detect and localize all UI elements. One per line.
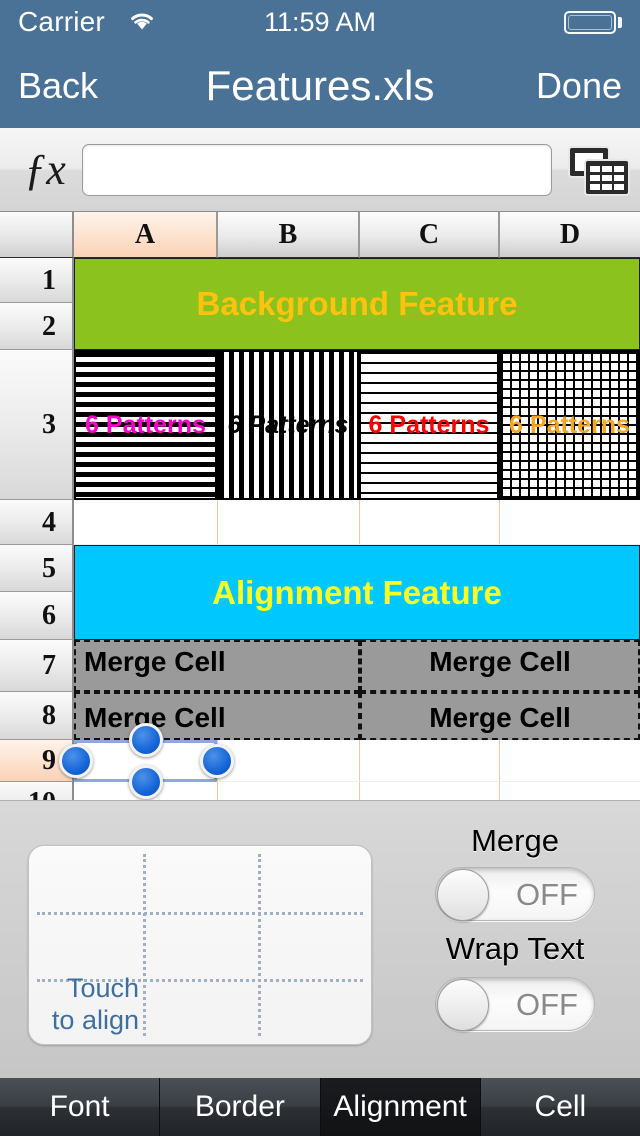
cell-pattern-b3[interactable]: 6 Patterns — [217, 350, 359, 500]
cell-alignment-feature-banner[interactable]: Alignment Feature — [74, 545, 640, 640]
column-header-d[interactable]: D — [500, 212, 640, 258]
function-fx-icon[interactable]: ƒx — [20, 142, 70, 198]
row-header-10[interactable]: 10 — [0, 782, 74, 800]
status-bar: Carrier 11:59 AM — [0, 0, 640, 44]
row-header-6[interactable]: 6 — [0, 592, 74, 640]
align-grid-picker[interactable]: Touch to align — [28, 845, 372, 1045]
align-grid-divider — [258, 854, 261, 1036]
column-header-c[interactable]: C — [360, 212, 500, 258]
formula-input[interactable] — [82, 144, 552, 196]
spreadsheet-area[interactable]: A B C D 1 2 3 4 5 6 7 8 9 10 Backg — [0, 212, 640, 800]
row-header-5[interactable]: 5 — [0, 545, 74, 592]
selection-handle-right[interactable] — [200, 744, 234, 778]
row-header-2[interactable]: 2 — [0, 303, 74, 350]
tab-alignment[interactable]: Alignment — [320, 1078, 481, 1136]
merge-label: Merge — [471, 823, 559, 858]
row-header-3[interactable]: 3 — [0, 350, 74, 500]
merge-toggle[interactable]: OFF — [435, 867, 595, 921]
column-header-row: A B C D — [0, 212, 640, 258]
selection-handle-left[interactable] — [59, 744, 93, 778]
battery-icon — [564, 11, 616, 34]
battery-nub-icon — [618, 17, 622, 28]
column-header-b[interactable]: B — [218, 212, 360, 258]
row-header-1[interactable]: 1 — [0, 258, 74, 303]
select-all-corner[interactable] — [0, 212, 74, 258]
sheets-icon[interactable] — [568, 146, 630, 196]
cell-merge-a7[interactable]: Merge Cell — [74, 640, 360, 692]
merge-toggle-knob[interactable] — [437, 869, 489, 921]
wrap-text-label: Wrap Text — [445, 931, 585, 966]
row-header-7[interactable]: 7 — [0, 640, 74, 692]
navigation-bar: Back Features.xls Done — [0, 44, 640, 128]
formula-bar: ƒx — [0, 128, 640, 212]
clock-label: 11:59 AM — [263, 7, 377, 37]
cell-merge-c8[interactable]: Merge Cell — [360, 692, 640, 740]
align-grid-divider — [143, 854, 146, 1036]
merge-toggle-state: OFF — [516, 877, 578, 912]
row-header-8[interactable]: 8 — [0, 692, 74, 740]
align-hint-label: Touch to align — [51, 973, 139, 1035]
cell-background-feature-banner[interactable]: Background Feature — [74, 258, 640, 350]
wrap-text-toggle-knob[interactable] — [437, 979, 489, 1031]
tab-border[interactable]: Border — [160, 1078, 321, 1136]
tab-font[interactable]: Font — [0, 1078, 161, 1136]
cell-pattern-c3[interactable]: 6 Patterns — [359, 350, 499, 500]
bottom-tab-bar: Font Border Alignment Cell — [0, 1078, 640, 1136]
cell-merge-c7[interactable]: Merge Cell — [360, 640, 640, 692]
grid-body[interactable]: Background Feature 6 Patterns 6 Patterns… — [59, 258, 640, 800]
done-button[interactable]: Done — [536, 64, 622, 108]
wrap-text-toggle[interactable]: OFF — [435, 977, 595, 1031]
column-header-a[interactable]: A — [74, 212, 218, 258]
wrap-text-toggle-state: OFF — [516, 987, 578, 1022]
app-screen: Carrier 11:59 AM Back Features.xls Done … — [0, 0, 640, 1136]
align-grid-divider — [37, 912, 363, 915]
row-header-4[interactable]: 4 — [0, 500, 74, 545]
selection-handle-bottom[interactable] — [129, 765, 163, 799]
selection-handle-top[interactable] — [129, 723, 163, 757]
cell-pattern-d3[interactable]: 6 Patterns — [499, 350, 640, 500]
alignment-panel: Touch to align Merge OFF Wrap Text OFF — [0, 800, 640, 1078]
cell-merge-a8[interactable]: Merge Cell — [74, 692, 360, 740]
cell-pattern-a3[interactable]: 6 Patterns — [74, 350, 217, 500]
tab-cell[interactable]: Cell — [480, 1078, 640, 1136]
